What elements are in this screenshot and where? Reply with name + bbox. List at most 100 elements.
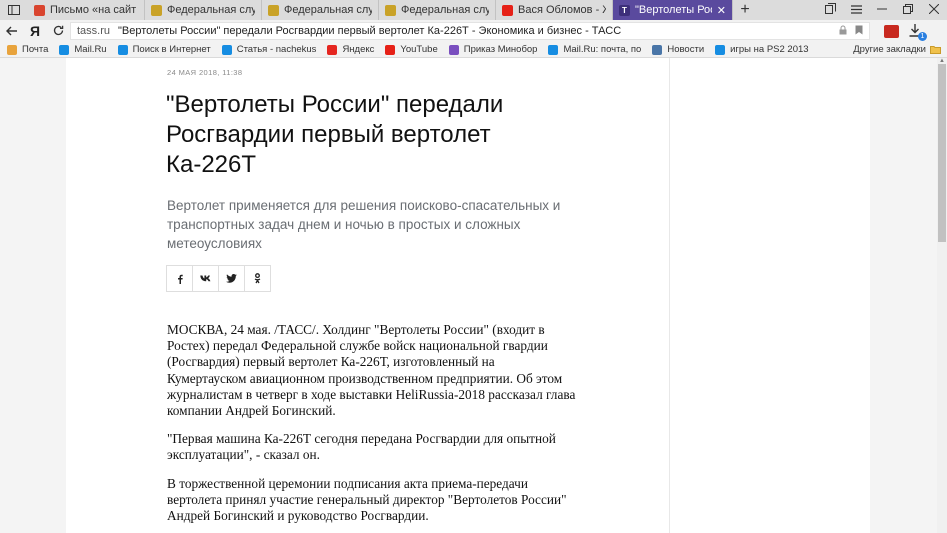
tabs-panel-icon <box>8 5 20 15</box>
mail-icon <box>7 44 17 55</box>
bookmarks-bar: Почта Mail.Ru Поиск в Интернет Статья - nac… <box>0 42 947 58</box>
article-body: МОСКВА, 24 мая. /ТАСС/. Холдинг "Вертоле… <box>167 322 577 533</box>
browser-tab[interactable]: Федеральная служба войс <box>262 0 379 20</box>
browser-tab[interactable]: Вася Обломов - Жизнь на <box>496 0 613 20</box>
share-buttons <box>166 265 271 292</box>
downloads-count-badge: 1 <box>918 32 927 41</box>
navigation-bar: Я tass.ru "Вертолеты России" передали Ро… <box>0 20 947 42</box>
share-twitter-button[interactable] <box>218 265 245 292</box>
scrollbar-thumb[interactable] <box>938 64 946 242</box>
tab-title: Письмо «на сайт Мордов <box>50 4 138 16</box>
tab-title: Федеральная служба войс <box>401 4 489 16</box>
reload-icon <box>53 25 63 36</box>
close-icon <box>928 3 940 15</box>
bookmark-label: Почта <box>22 44 49 55</box>
emblem-icon <box>151 4 162 16</box>
lock-icon <box>839 25 847 34</box>
browser-tab[interactable]: Письмо «на сайт Мордов <box>28 0 145 20</box>
bookmark-manager-button[interactable] <box>817 3 843 17</box>
minimize-icon <box>877 8 887 10</box>
share-facebook-button[interactable] <box>166 265 193 292</box>
bookmark-item[interactable]: Mail.Ru: почта, по <box>548 44 641 55</box>
close-window-button[interactable] <box>921 3 947 17</box>
extensions-area: 1 <box>884 24 927 41</box>
arrow-left-icon <box>6 26 17 36</box>
page-protect-button[interactable] <box>839 25 847 38</box>
bookmark-item[interactable]: Новости <box>652 44 704 55</box>
bookmark-item[interactable]: Поиск в Интернет <box>117 44 211 55</box>
page-icon <box>221 44 232 55</box>
bookmark-item[interactable]: игры на PS2 2013 <box>715 44 809 55</box>
tab-title: "Вертолеты России" пер <box>635 4 712 16</box>
close-tab-icon[interactable]: ✕ <box>717 4 726 17</box>
tabs-menu-button[interactable] <box>0 0 28 20</box>
browser-tab[interactable]: Федеральная служба войс <box>379 0 496 20</box>
youtube-icon <box>385 44 396 55</box>
other-bookmarks-label: Другие закладки <box>853 44 926 55</box>
yandex-logo-icon: Я <box>29 23 41 39</box>
bookmark-item[interactable]: Почта <box>7 44 48 55</box>
browser-menu-button[interactable] <box>843 3 869 17</box>
yandex-home-button[interactable]: Я <box>24 23 46 39</box>
restore-icon <box>903 4 913 14</box>
tabs-container: Письмо «на сайт Мордов Федеральная служба… <box>28 0 733 20</box>
bookmarks-list: Почта Mail.Ru Поиск в Интернет Статья - nac… <box>0 44 813 55</box>
page-left-margin <box>0 58 66 533</box>
bookmark-label: Яндекс <box>342 44 375 55</box>
bookmark-label: Поиск в Интернет <box>132 44 211 55</box>
article-date: 24 мая 2018, 11:38 <box>167 68 243 77</box>
back-button[interactable] <box>0 23 24 39</box>
address-page-title: "Вертолеты России" передали Росгвардии п… <box>118 25 622 37</box>
window-controls <box>817 0 947 20</box>
bookmark-item[interactable]: YouTube <box>385 44 438 55</box>
add-bookmark-button[interactable] <box>855 25 863 38</box>
folder-icon <box>930 46 941 54</box>
search-icon <box>117 44 128 55</box>
vk-icon <box>199 275 210 282</box>
plus-icon: + <box>740 1 750 18</box>
hamburger-icon <box>850 5 862 14</box>
bookmark-item[interactable]: Яндекс <box>327 44 374 55</box>
sidebar-divider <box>669 58 670 533</box>
address-domain: tass.ru <box>77 25 111 37</box>
browser-tab[interactable]: Федеральная служба войс <box>145 0 262 20</box>
web-page: 24 мая 2018, 11:38 "Вертолеты России" пе… <box>0 58 937 533</box>
address-bar[interactable]: tass.ru "Вертолеты России" передали Росг… <box>70 22 870 40</box>
page-scrollbar[interactable]: ▲ <box>937 58 947 533</box>
other-bookmarks-button[interactable]: Другие закладки <box>853 44 941 55</box>
article-paragraph: МОСКВА, 24 мая. /ТАСС/. Холдинг "Вертоле… <box>167 322 576 419</box>
gmail-icon <box>34 4 45 16</box>
bookmark-label: Mail.Ru <box>74 44 107 55</box>
reload-button[interactable] <box>46 23 70 39</box>
bookmark-label: Приказ Минобор <box>463 44 538 55</box>
browser-tab[interactable]: T "Вертолеты России" пер ✕ <box>613 0 733 20</box>
extension-button[interactable] <box>884 24 899 38</box>
bookmark-label: Статья - nachekus <box>236 44 317 55</box>
bookmark-label: игры на PS2 2013 <box>730 44 809 55</box>
article-headline: "Вертолеты России" передали Росгвардии п… <box>166 91 504 178</box>
restore-button[interactable] <box>895 3 921 17</box>
youtube-icon <box>502 4 513 16</box>
share-odnoklassniki-button[interactable] <box>244 265 271 292</box>
tab-title: Федеральная служба войс <box>167 4 255 16</box>
article-paragraph: "Первая машина Ка-226Т сегодня передана … <box>167 431 556 463</box>
vk-icon <box>652 44 663 55</box>
mailru-icon <box>59 44 70 55</box>
share-vk-button[interactable] <box>192 265 219 292</box>
twitter-icon <box>226 274 237 283</box>
new-tab-button[interactable]: + <box>733 0 757 20</box>
bookmark-icon <box>855 25 863 34</box>
bookmark-item[interactable]: Статья - nachekus <box>221 44 317 55</box>
bookmark-item[interactable]: Приказ Минобор <box>448 44 538 55</box>
bookmark-label: Mail.Ru: почта, по <box>563 44 642 55</box>
article-lead: Вертолет применяется для решения поисков… <box>167 198 561 251</box>
tab-strip: Письмо «на сайт Мордов Федеральная служба… <box>0 0 947 20</box>
emblem-icon <box>268 4 279 16</box>
bookmark-label: YouTube <box>400 44 438 55</box>
copy-icon <box>824 3 836 14</box>
minimize-button[interactable] <box>869 3 895 17</box>
tass-icon: T <box>619 4 630 16</box>
downloads-button[interactable]: 1 <box>909 24 927 41</box>
bookmark-item[interactable]: Mail.Ru <box>59 44 107 55</box>
article-paragraph: В торжественной церемонии подписания акт… <box>167 475 567 524</box>
